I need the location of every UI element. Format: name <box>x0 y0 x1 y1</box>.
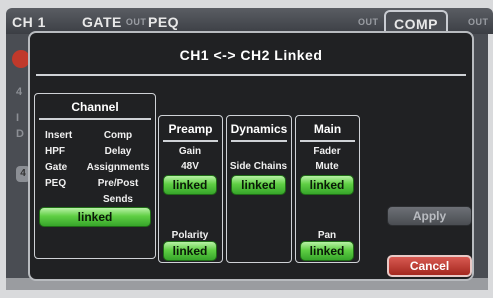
preamp-group-title: Preamp <box>168 122 213 136</box>
preamp-group: Preamp Gain 48V linked Polarity linked <box>158 115 223 263</box>
side-marker-b: I <box>16 112 20 124</box>
tab-gate-out: OUT <box>125 17 147 27</box>
dynamics-item-side-chains: Side Chains <box>229 161 288 172</box>
polarity-linked-button[interactable]: linked <box>163 241 217 261</box>
preamp-item-polarity: Polarity <box>171 230 209 241</box>
preamp-item-48v: 48V <box>181 161 199 172</box>
main-group: Main Fader Mute linked Pan linked <box>295 115 360 263</box>
peq-out-label: OUT <box>358 17 379 27</box>
channel-item-pre-post: Pre/Post <box>97 178 139 189</box>
channel-item-sends: Sends <box>102 194 133 205</box>
main-linked-button[interactable]: linked <box>300 175 354 195</box>
main-item-fader: Fader <box>313 146 341 157</box>
preamp-linked-button[interactable]: linked <box>163 175 217 195</box>
tab-gate-label: GATE <box>82 14 122 30</box>
channel-group-divider <box>39 118 151 120</box>
channel-group-title: Channel <box>71 100 119 114</box>
channel-linked-button[interactable]: linked <box>39 207 151 227</box>
channel-item-comp: Comp <box>103 130 133 141</box>
dialog-title: CH1 <-> CH2 Linked <box>179 47 323 63</box>
side-marker-a: 4 <box>16 86 23 98</box>
side-marker-c: D <box>16 128 24 140</box>
dynamics-linked-button[interactable]: linked <box>231 175 286 195</box>
main-group-divider <box>300 140 355 142</box>
comp-out-label: OUT <box>468 17 489 27</box>
channel-group: Channel Insert HPF Gate PEQ Comp Delay A… <box>34 93 156 259</box>
dynamics-group-divider <box>231 140 287 142</box>
link-dialog: CH1 <-> CH2 Linked Channel Insert HPF Ga… <box>28 31 474 281</box>
title-divider <box>36 74 466 76</box>
dynamics-group: Dynamics Side Chains linked <box>226 115 292 263</box>
main-group-title: Main <box>313 122 342 136</box>
pan-linked-button[interactable]: linked <box>300 241 354 261</box>
cancel-button[interactable]: Cancel <box>387 255 472 277</box>
channel-item-delay: Delay <box>104 146 132 157</box>
channel-item-peq: PEQ <box>45 178 67 189</box>
preamp-group-divider <box>163 140 218 142</box>
channel-item-hpf: HPF <box>45 146 65 157</box>
main-item-pan: Pan <box>317 230 337 241</box>
channel-item-assignments: Assignments <box>86 162 150 173</box>
dynamics-group-title: Dynamics <box>230 122 288 136</box>
preamp-item-gain: Gain <box>178 146 202 157</box>
channel-item-insert: Insert <box>45 130 73 141</box>
apply-button[interactable]: Apply <box>387 206 472 226</box>
main-item-mute: Mute <box>315 161 339 172</box>
channel-item-gate: Gate <box>45 162 68 173</box>
